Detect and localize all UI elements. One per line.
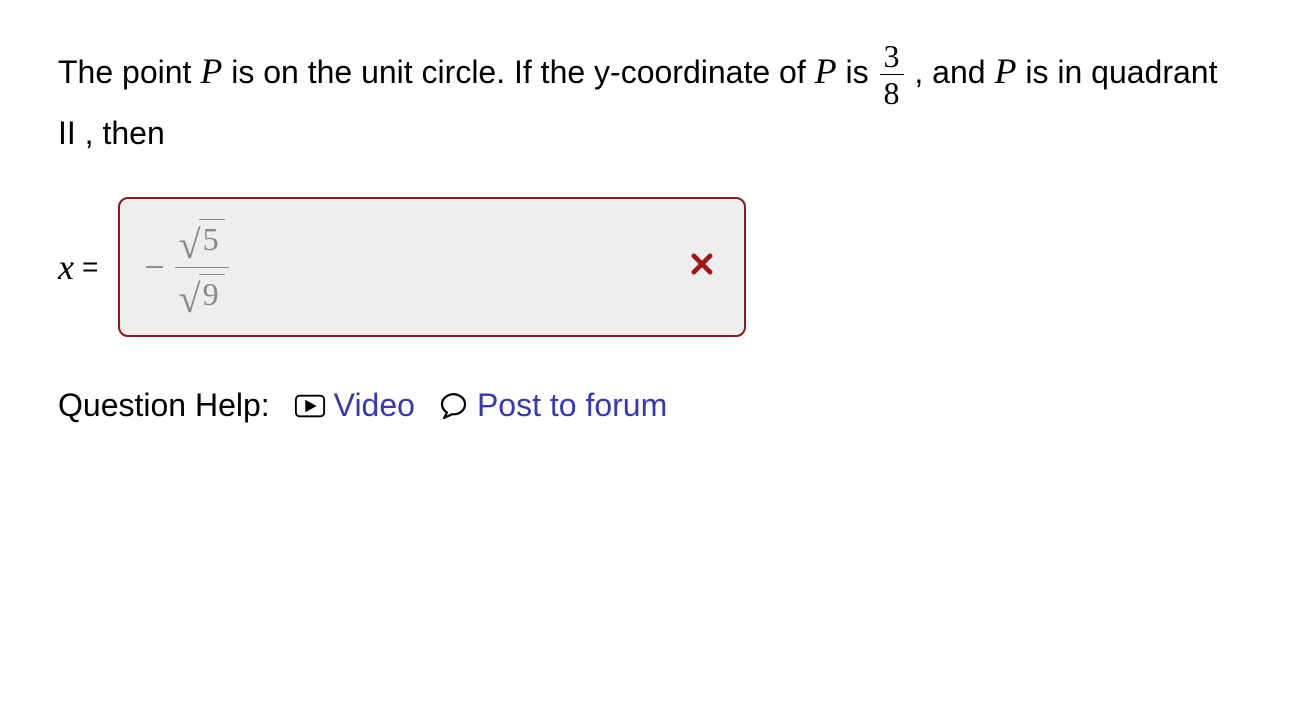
sqrt-num: √ 5	[179, 219, 225, 260]
answer-input-box[interactable]: − √ 5 √ 9	[118, 197, 746, 337]
sqrt-content-den: 9	[199, 274, 225, 313]
equals-sign: =	[82, 251, 98, 283]
answer-fraction: √ 5 √ 9	[175, 219, 229, 315]
sqrt-den: √ 9	[179, 274, 225, 315]
var-P-1: P	[200, 51, 222, 91]
answer-row: x = − √ 5 √ 9	[58, 197, 1232, 337]
question-help-label: Question Help:	[58, 387, 270, 424]
answer-var-x: x	[58, 246, 74, 288]
video-link-text: Video	[334, 387, 415, 424]
answer-content: − √ 5 √ 9	[144, 219, 228, 315]
answer-numerator: √ 5	[175, 219, 229, 266]
incorrect-icon	[688, 248, 716, 287]
q-text-1: The point	[58, 54, 200, 90]
fraction-numerator: 3	[880, 40, 904, 74]
q-text-4: , and	[914, 54, 994, 90]
sqrt-content-num: 5	[199, 219, 225, 258]
forum-link-text: Post to forum	[477, 387, 667, 424]
comment-icon	[439, 391, 469, 421]
var-P-2: P	[815, 51, 837, 91]
question-help-row: Question Help: Video Post to forum	[58, 387, 1232, 424]
q-text-3: is	[846, 54, 878, 90]
question-text: The point P is on the unit circle. If th…	[58, 40, 1232, 157]
q-text-2: is on the unit circle. If the y-coordina…	[231, 54, 814, 90]
video-play-icon	[294, 393, 326, 419]
minus-sign: −	[144, 246, 164, 288]
video-help-link[interactable]: Video	[294, 387, 415, 424]
answer-denominator: √ 9	[175, 267, 229, 315]
fraction-denominator: 8	[880, 74, 904, 109]
forum-help-link[interactable]: Post to forum	[439, 387, 667, 424]
sqrt-sign-num: √	[179, 229, 201, 261]
sqrt-sign-den: √	[179, 283, 201, 315]
fraction-3-8: 3 8	[880, 40, 904, 109]
var-P-3: P	[994, 51, 1016, 91]
